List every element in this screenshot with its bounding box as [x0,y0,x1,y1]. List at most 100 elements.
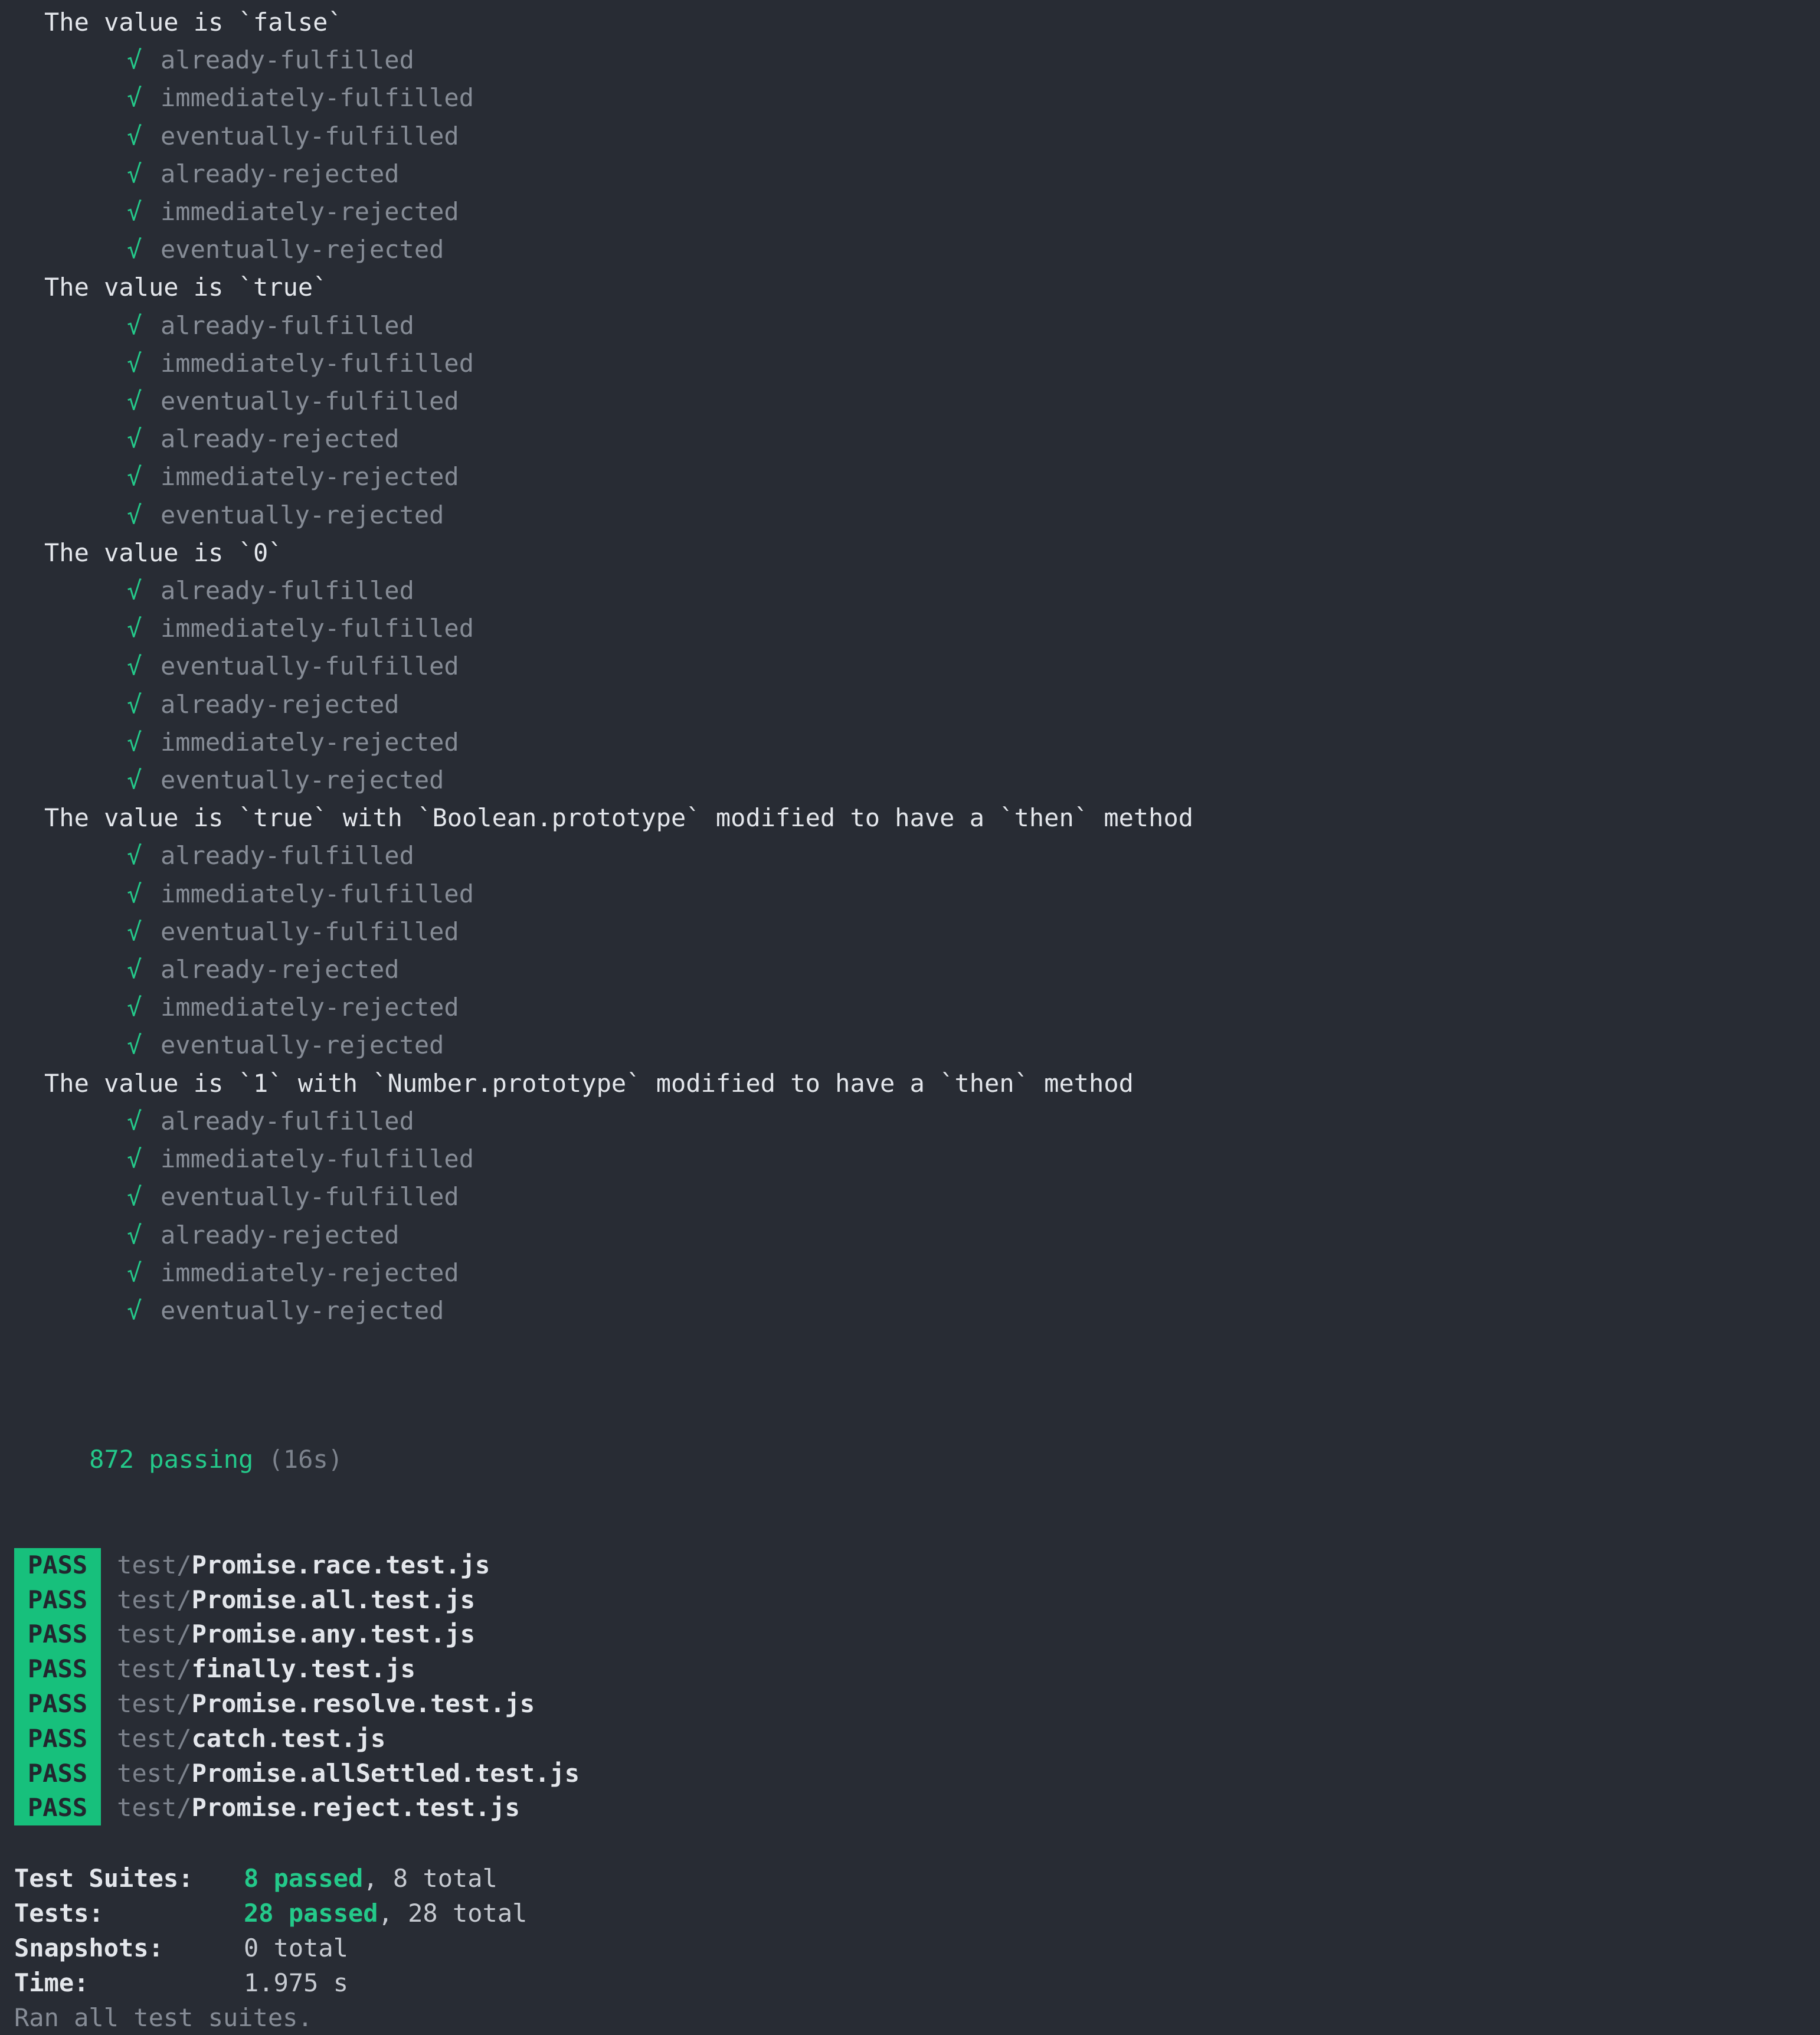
suite-directory: test/ [117,1723,192,1753]
check-icon: √ [127,1182,142,1212]
check-icon: √ [127,879,142,908]
jest-totals: Test Suites: 8 passed, 8 total Tests: 28 pa… [0,1861,1820,2000]
check-icon: √ [127,83,142,113]
test-name: already-fulfilled [161,310,414,340]
test-name: immediately-rejected [161,727,459,757]
status-badge: PASS [14,1582,102,1618]
check-icon: √ [127,424,142,454]
test-name: already-rejected [161,955,400,984]
test-result-row: √ eventually-rejected [0,231,1820,269]
check-icon: √ [127,652,142,681]
test-name: immediately-rejected [161,462,459,492]
suite-directory: test/ [117,1689,192,1718]
check-icon: √ [127,1106,142,1136]
check-icon: √ [127,1144,142,1174]
test-result-row: √ immediately-fulfilled [0,345,1820,382]
test-result-row: √ eventually-fulfilled [0,913,1820,951]
test-result-row: √ immediately-rejected [0,458,1820,496]
test-name: eventually-fulfilled [161,652,459,681]
test-name: eventually-fulfilled [161,1182,459,1212]
total-rest: , 28 total [378,1899,528,1928]
test-name: immediately-fulfilled [161,879,474,908]
terminal-window: The value is `false` √ already-fulfilled √ i… [0,0,1820,2032]
mocha-duration: (16s) [268,1445,343,1474]
check-icon: √ [127,765,142,795]
test-name: immediately-rejected [161,197,459,227]
suite-filename: catch.test.js [191,1723,386,1753]
test-name: immediately-fulfilled [161,614,474,643]
check-icon: √ [127,841,142,871]
test-result-row: √ immediately-rejected [0,989,1820,1026]
jest-suite-list: PASS test/Promise.race.test.js PASS test/Pr… [0,1547,1820,1826]
test-result-row: √ already-rejected [0,155,1820,193]
suite-title: The value is `true` with `Boolean.protot… [44,803,1194,833]
test-result-row: √ already-rejected [0,420,1820,458]
test-result-row: √ immediately-rejected [0,193,1820,231]
mocha-reporter-output: The value is `false` √ already-fulfilled √ i… [0,0,1820,1330]
total-passed-count: 28 passed [244,1899,378,1928]
suite-filename: Promise.allSettled.test.js [191,1758,580,1788]
test-name: eventually-rejected [161,1295,444,1325]
test-result-row: √ already-fulfilled [0,572,1820,610]
total-label: Time: [14,1968,89,1998]
status-badge: PASS [14,1617,102,1653]
test-result-row: √ already-fulfilled [0,41,1820,79]
suite-title: The value is `1` with `Number.prototype`… [44,1068,1134,1098]
check-icon: √ [127,1030,142,1060]
test-result-row: √ immediately-fulfilled [0,610,1820,647]
test-name: already-fulfilled [161,841,414,871]
test-name: eventually-fulfilled [161,917,459,946]
test-result-row: √ immediately-fulfilled [0,1140,1820,1178]
test-name: already-fulfilled [161,576,414,606]
test-name: already-rejected [161,1220,400,1249]
test-result-row: √ eventually-rejected [0,761,1820,799]
total-label: Test Suites: [14,1864,194,1893]
suite-directory: test/ [117,1550,192,1579]
check-icon: √ [127,387,142,416]
suite-filename: Promise.resolve.test.js [191,1689,535,1718]
suite-title: The value is `false` [44,8,343,37]
test-name: immediately-fulfilled [161,348,474,378]
test-result-row: √ already-rejected [0,951,1820,989]
test-name: already-rejected [161,159,400,188]
test-name: eventually-fulfilled [161,387,459,416]
status-badge: PASS [14,1721,102,1756]
jest-total-row: Test Suites: 8 passed, 8 total [14,1861,1820,1896]
test-name: immediately-fulfilled [161,83,474,113]
jest-suite-row: PASS test/catch.test.js [14,1721,1820,1756]
suite-directory: test/ [117,1654,192,1684]
total-label: Snapshots: [14,1933,163,1963]
check-icon: √ [127,45,142,75]
test-result-row: √ already-fulfilled [0,307,1820,345]
jest-suite-row: PASS test/Promise.reject.test.js [14,1791,1820,1826]
test-name: eventually-rejected [161,500,444,529]
suite-filename: Promise.any.test.js [191,1620,476,1649]
check-icon: √ [127,500,142,529]
check-icon: √ [127,576,142,606]
jest-suite-row: PASS test/Promise.resolve.test.js [14,1686,1820,1722]
check-icon: √ [127,955,142,984]
test-name: immediately-fulfilled [161,1144,474,1174]
test-name: eventually-rejected [161,1030,444,1060]
status-badge: PASS [14,1686,102,1722]
test-result-row: √ already-fulfilled [0,1102,1820,1140]
suite-filename: Promise.race.test.js [191,1550,490,1579]
jest-suite-row: PASS test/Promise.any.test.js [14,1617,1820,1653]
total-rest: , 8 total [363,1864,497,1893]
test-result-row: √ eventually-fulfilled [0,382,1820,420]
jest-suite-row: PASS test/Promise.all.test.js [14,1582,1820,1618]
status-badge: PASS [14,1547,102,1583]
jest-ran-all-message: Ran all test suites. [14,2003,313,2033]
mocha-summary-line: 872 passing (16s) [0,1403,1820,1517]
test-result-row: √ eventually-rejected [0,1026,1820,1064]
suite-directory: test/ [117,1793,192,1823]
suite-title: The value is `true` [44,273,328,302]
test-name: already-rejected [161,424,400,454]
check-icon: √ [127,310,142,340]
check-icon: √ [127,917,142,946]
suite-filename: Promise.reject.test.js [191,1793,520,1823]
test-result-row: √ already-rejected [0,1216,1820,1254]
check-icon: √ [127,235,142,264]
test-name: eventually-rejected [161,235,444,264]
test-result-row: √ immediately-fulfilled [0,79,1820,117]
